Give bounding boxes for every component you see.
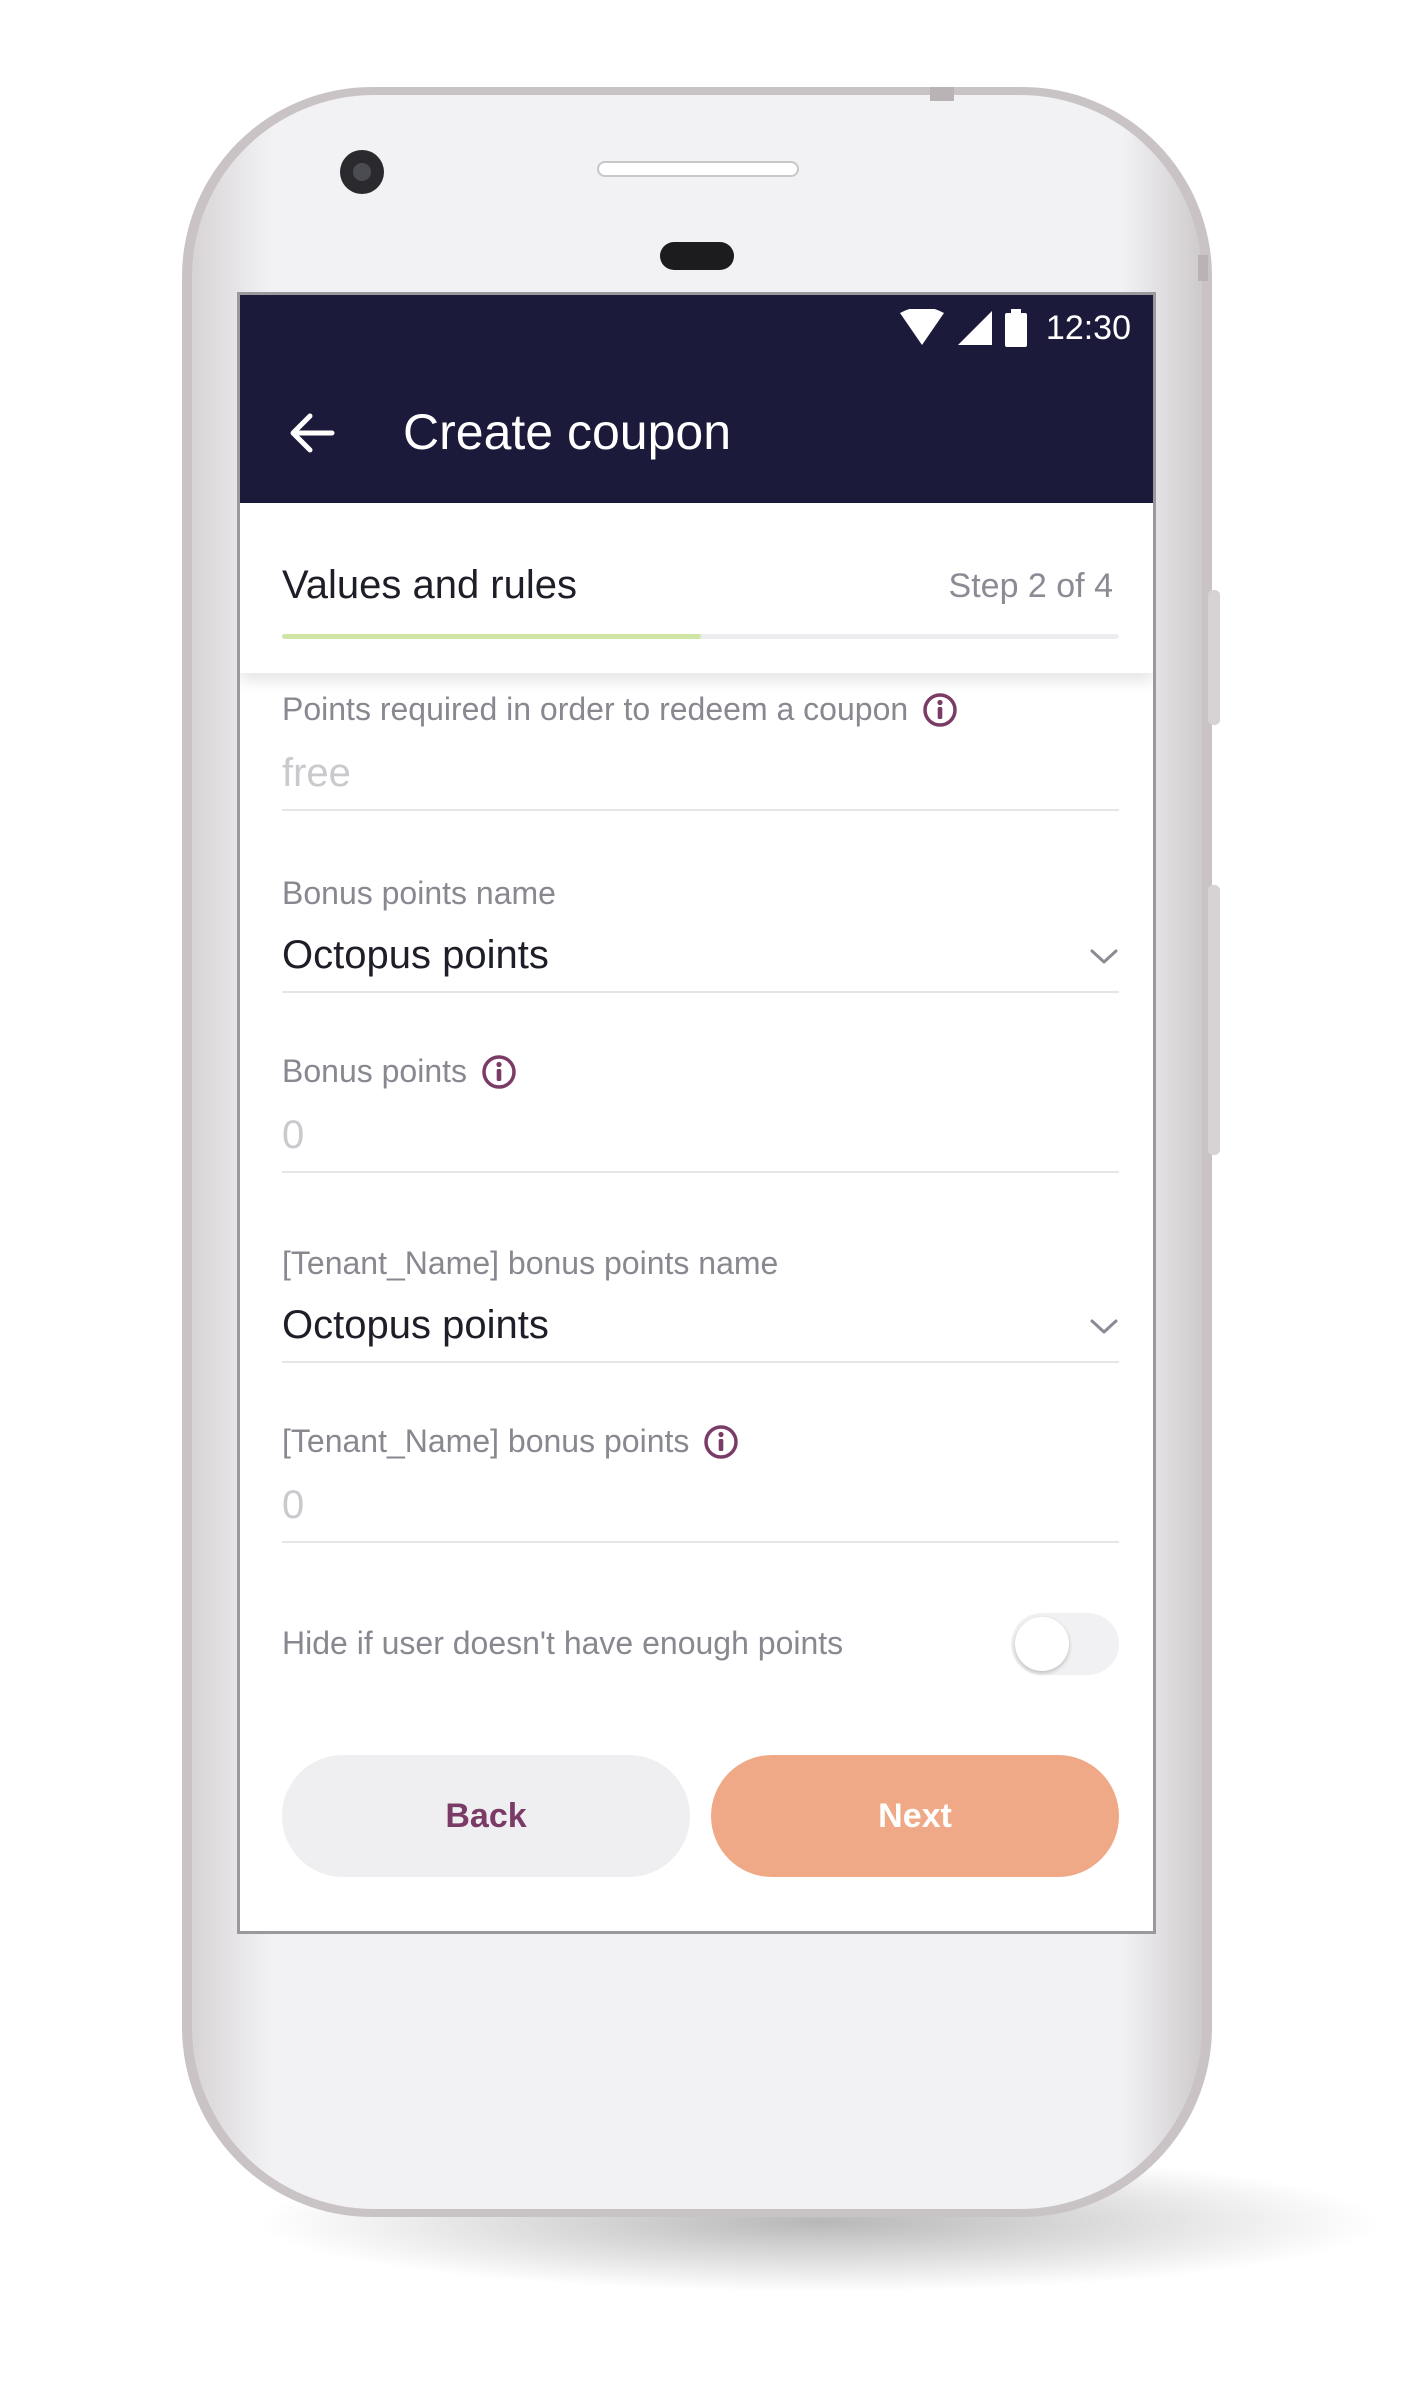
bonus-points-field[interactable]: Bonus points 0 [282,1047,1119,1197]
antenna-line [1198,255,1208,281]
hide-insufficient-points-toggle[interactable] [1011,1613,1119,1675]
chevron-down-icon[interactable] [1089,1317,1119,1337]
power-button [1208,885,1220,1155]
step-progress-fill [282,634,701,639]
field-underline [282,1541,1119,1543]
hide-insufficient-points-row: Hide if user doesn't have enough points [282,1613,1119,1675]
field-underline [282,1361,1119,1363]
hide-insufficient-points-label: Hide if user doesn't have enough points [282,1625,844,1661]
toggle-knob [1015,1617,1069,1671]
page-title: Create coupon [403,404,732,460]
next-button[interactable]: Next [711,1755,1119,1877]
bonus-points-name-value[interactable]: Octopus points [282,933,549,978]
wifi-icon [899,309,944,345]
step-counter: Step 2 of 4 [948,567,1113,605]
step-progress-bar [282,634,1119,639]
info-icon[interactable] [922,692,958,728]
proximity-sensor [660,242,734,270]
step-header: Values and rules Step 2 of 4 [240,503,1153,673]
tenant-bonus-points-field[interactable]: [Tenant_Name] bonus points 0 [282,1417,1119,1567]
bonus-points-name-select[interactable]: Bonus points name Octopus points [282,867,1119,1017]
bonus-points-input[interactable]: 0 [282,1113,304,1158]
tenant-bonus-points-name-value[interactable]: Octopus points [282,1303,549,1348]
info-icon[interactable] [481,1054,517,1090]
field-underline [282,809,1119,811]
back-button[interactable]: Back [282,1755,690,1877]
bonus-points-name-label: Bonus points name [282,875,556,911]
status-bar: 12:30 [898,305,1131,351]
app-bar: 12:30 Create coupon [240,295,1153,503]
field-underline [282,1171,1119,1173]
chevron-down-icon[interactable] [1089,947,1119,967]
info-icon[interactable] [703,1424,739,1460]
step-title: Values and rules [282,563,577,607]
phone-screen: 12:30 Create coupon Values and rules Ste… [237,292,1156,1934]
tenant-bonus-points-name-label: [Tenant_Name] bonus points name [282,1245,779,1281]
signal-icon [957,311,992,345]
back-arrow-icon[interactable] [286,407,338,459]
tenant-bonus-points-input[interactable]: 0 [282,1483,304,1528]
points-required-field[interactable]: Points required in order to redeem a cou… [282,685,1119,835]
bonus-points-label: Bonus points [282,1053,468,1089]
tenant-bonus-points-name-select[interactable]: [Tenant_Name] bonus points name Octopus … [282,1237,1119,1387]
tenant-bonus-points-label: [Tenant_Name] bonus points [282,1423,690,1459]
top-antenna [930,87,954,101]
volume-button [1208,590,1220,725]
earpiece-speaker [597,161,799,177]
points-required-label: Points required in order to redeem a cou… [282,691,909,727]
points-required-input[interactable]: free [282,751,351,796]
field-underline [282,991,1119,993]
battery-icon [1004,309,1027,347]
status-time: 12:30 [1045,308,1131,347]
phone-mockup-stage: 12:30 Create coupon Values and rules Ste… [0,0,1425,2400]
